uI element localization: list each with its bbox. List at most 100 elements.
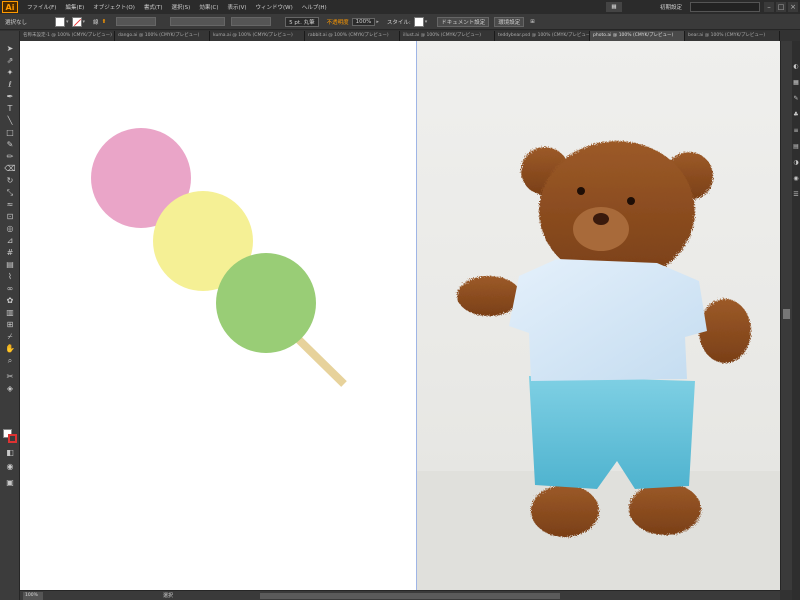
stroke-swatch[interactable]: [8, 434, 17, 443]
chevron-down-icon[interactable]: ▾: [66, 19, 69, 25]
rotate-icon[interactable]: ↻: [4, 175, 16, 186]
arrange-documents-icon[interactable]: ⊞: [530, 19, 535, 25]
graphic-style-swatch[interactable]: [413, 16, 424, 27]
color-mode-icon[interactable]: ◧: [4, 447, 16, 458]
scale-icon[interactable]: ⤡: [4, 187, 16, 198]
menu-object[interactable]: オブジェクト(O): [93, 3, 135, 11]
menu-type[interactable]: 書式(T): [144, 3, 163, 11]
swatches-panel-icon[interactable]: ▦: [792, 77, 800, 88]
document-tab[interactable]: 名称未設定-1 @ 100% (CMYK/プレビュー): [20, 31, 115, 41]
collapsed-panels: ◐ ▦ ✎ ♣ ≡ ▤ ◑ ◉ ☰: [792, 41, 800, 600]
layers-panel-icon[interactable]: ☰: [792, 189, 800, 200]
direct-selection-tool-icon[interactable]: ⇗: [4, 55, 16, 66]
document-tab-active[interactable]: photo.ai @ 100% (CMYK/プレビュー): [590, 31, 685, 41]
gradient-icon[interactable]: ▤: [4, 259, 16, 270]
dango-stick[interactable]: [291, 332, 347, 387]
perspective-icon[interactable]: ⊿: [4, 235, 16, 246]
color-panel-icon[interactable]: ◐: [792, 61, 800, 72]
document-tab[interactable]: rabbit.ai @ 100% (CMYK/プレビュー): [305, 31, 400, 41]
fill-color-swatch[interactable]: [55, 16, 66, 27]
teddy-bear-image: [417, 141, 780, 590]
line-tool-icon[interactable]: ╲: [4, 115, 16, 126]
rectangle-tool-icon[interactable]: □: [4, 127, 16, 138]
menu-window[interactable]: ウィンドウ(W): [256, 3, 293, 11]
tools-panel: ➤ ⇗ ✦ ℓ ✒ T ╲ □ ✎ ✏ ⌫ ↻ ⤡ ≈ ⊡ ◎ ⊿ # ▤ ⌇ …: [0, 31, 20, 600]
stroke-weight-dropdown[interactable]: [116, 17, 157, 26]
bridge-button[interactable]: ▦: [606, 2, 622, 12]
control-bar: 選択なし ▾ ▾ 線 ⬆ 5 pt. 丸筆 不透明度 100% ▸ スタイル: …: [0, 14, 800, 30]
canvas[interactable]: [20, 41, 780, 590]
eyedropper-icon[interactable]: ⌇: [4, 271, 16, 282]
opacity-label[interactable]: 不透明度: [327, 18, 349, 26]
chevron-down-icon[interactable]: ▾: [83, 19, 86, 25]
zoom-icon[interactable]: ⌕: [4, 355, 16, 366]
stroke-label: 線: [93, 19, 99, 26]
teddy-bear-photo[interactable]: [417, 41, 780, 590]
lasso-icon[interactable]: ℓ: [4, 79, 16, 90]
menu-select[interactable]: 選択(S): [172, 3, 191, 11]
vertical-scrollbar[interactable]: [780, 41, 792, 590]
stroke-weight-icon[interactable]: ⬆: [102, 19, 107, 25]
stroke-color-swatch[interactable]: [71, 16, 82, 27]
selection-status: 選択なし: [5, 19, 28, 26]
graph-icon[interactable]: ▥: [4, 307, 16, 318]
pencil-icon[interactable]: ✏: [4, 151, 16, 162]
brushes-panel-icon[interactable]: ✎: [792, 93, 800, 104]
close-icon[interactable]: ×: [788, 2, 798, 12]
menu-effect[interactable]: 効果(C): [199, 3, 218, 11]
stroke-panel-icon[interactable]: ≡: [792, 125, 800, 136]
document-tab[interactable]: teddybear.psd @ 100% (CMYK/プレビュー): [495, 31, 590, 41]
type-tool-icon[interactable]: T: [4, 103, 16, 114]
slice-icon[interactable]: ⌿: [4, 331, 16, 342]
document-tab[interactable]: bear.ai @ 100% (CMYK/プレビュー): [685, 31, 780, 41]
paintbrush-icon[interactable]: ✎: [4, 139, 16, 150]
magic-wand-icon[interactable]: ✦: [4, 67, 16, 78]
shape-builder-icon[interactable]: ◎: [4, 223, 16, 234]
search-input[interactable]: [690, 2, 760, 12]
artboard-icon[interactable]: ⊞: [4, 319, 16, 330]
live-paint-icon[interactable]: ◈: [4, 383, 16, 394]
menu-file[interactable]: ファイル(F): [27, 3, 56, 11]
menu-view[interactable]: 表示(V): [227, 3, 246, 11]
opacity-field[interactable]: 100%: [351, 17, 376, 26]
pen-tool-icon[interactable]: ✒: [4, 91, 16, 102]
chevron-right-icon[interactable]: ▸: [376, 19, 379, 25]
transparency-panel-icon[interactable]: ◑: [792, 157, 800, 168]
status-bar: 100% 選択: [20, 590, 780, 600]
eraser-icon[interactable]: ⌫: [4, 163, 16, 174]
hand-icon[interactable]: ✋: [4, 343, 16, 354]
zoom-field[interactable]: 100%: [23, 591, 43, 600]
symbol-sprayer-icon[interactable]: ✿: [4, 295, 16, 306]
menu-bar: Ai ファイル(F) 編集(E) オブジェクト(O) 書式(T) 選択(S) 効…: [0, 0, 800, 14]
drawing-mode-icon[interactable]: ◉: [4, 461, 16, 472]
blend-icon[interactable]: ∞: [4, 283, 16, 294]
document-tab[interactable]: dango.ai @ 100% (CMYK/プレビュー): [115, 31, 210, 41]
width-icon[interactable]: ≈: [4, 199, 16, 210]
free-transform-icon[interactable]: ⊡: [4, 211, 16, 222]
status-tool-label: 選択: [163, 593, 174, 599]
scissors-icon[interactable]: ✂: [4, 371, 16, 382]
document-setup-button[interactable]: ドキュメント設定: [437, 16, 490, 27]
menu-edit[interactable]: 編集(E): [65, 3, 84, 11]
appearance-panel-icon[interactable]: ◉: [792, 173, 800, 184]
variable-width-dropdown[interactable]: [170, 17, 226, 26]
selection-tool-icon[interactable]: ➤: [4, 43, 16, 54]
screen-mode-icon[interactable]: ▣: [4, 477, 16, 488]
minimize-icon[interactable]: –: [764, 2, 774, 12]
maximize-icon[interactable]: □: [776, 2, 786, 12]
app-logo: Ai: [2, 1, 18, 13]
brush-dropdown[interactable]: 5 pt. 丸筆: [285, 16, 319, 27]
chevron-down-icon[interactable]: ▾: [425, 19, 428, 25]
preferences-button[interactable]: 環境設定: [494, 16, 525, 27]
brush-definition-dropdown[interactable]: [231, 17, 272, 26]
horizontal-scrollbar-thumb[interactable]: [260, 593, 560, 599]
mesh-icon[interactable]: #: [4, 247, 16, 258]
menu-help[interactable]: ヘルプ(H): [302, 3, 327, 11]
workspace-switcher[interactable]: 初期設定: [660, 3, 682, 11]
document-tab[interactable]: illust.ai @ 100% (CMYK/プレビュー): [400, 31, 495, 41]
scrollbar-thumb[interactable]: [783, 309, 790, 319]
dango-green-ball[interactable]: [216, 253, 316, 353]
symbols-panel-icon[interactable]: ♣: [792, 109, 800, 120]
gradient-panel-icon[interactable]: ▤: [792, 141, 800, 152]
document-tab[interactable]: kuma.ai @ 100% (CMYK/プレビュー): [210, 31, 305, 41]
